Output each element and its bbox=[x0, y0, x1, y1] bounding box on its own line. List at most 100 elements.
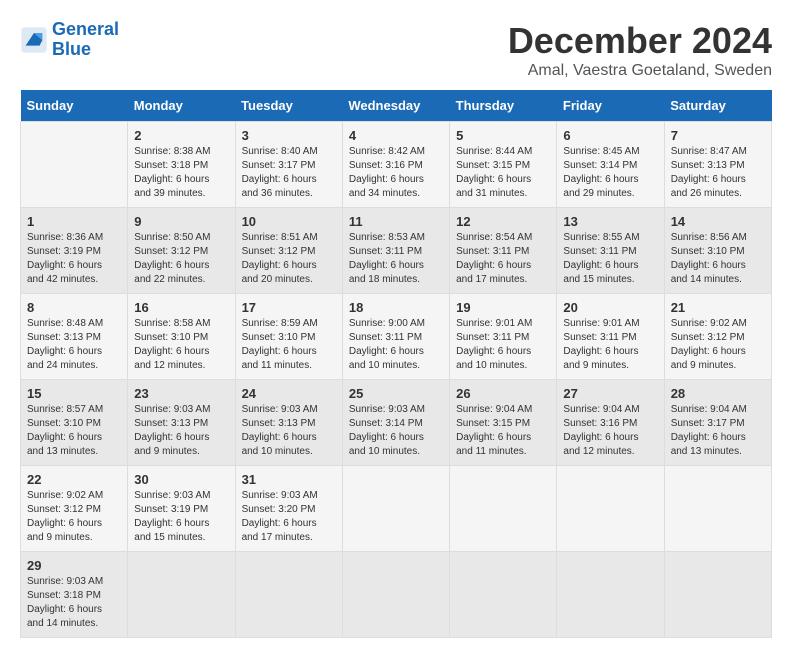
day-info: Sunrise: 8:55 AMSunset: 3:11 PMDaylight:… bbox=[563, 231, 657, 287]
calendar-table: SundayMondayTuesdayWednesdayThursdayFrid… bbox=[20, 90, 772, 638]
calendar-row-2: 8 Sunrise: 8:48 AMSunset: 3:13 PMDaylight… bbox=[21, 294, 772, 380]
day-info: Sunrise: 9:01 AMSunset: 3:11 PMDaylight:… bbox=[456, 317, 550, 373]
calendar-cell: 6 Sunrise: 8:45 AMSunset: 3:14 PMDaylight… bbox=[557, 122, 664, 208]
day-info: Sunrise: 8:44 AMSunset: 3:15 PMDaylight:… bbox=[456, 145, 550, 201]
day-number: 15 bbox=[27, 386, 121, 401]
day-number: 24 bbox=[242, 386, 336, 401]
calendar-cell bbox=[664, 466, 771, 552]
calendar-cell: 2 Sunrise: 8:38 AMSunset: 3:18 PMDaylight… bbox=[128, 122, 235, 208]
calendar-cell: 31Sunrise: 9:03 AMSunset: 3:20 PMDayligh… bbox=[235, 466, 342, 552]
day-number: 12 bbox=[456, 214, 550, 229]
calendar-row-1: 1 Sunrise: 8:36 AMSunset: 3:19 PMDaylight… bbox=[21, 208, 772, 294]
day-info: Sunrise: 9:03 AMSunset: 3:13 PMDaylight:… bbox=[134, 403, 228, 459]
day-number: 22 bbox=[27, 472, 121, 487]
calendar-cell: 21Sunrise: 9:02 AMSunset: 3:12 PMDayligh… bbox=[664, 294, 771, 380]
calendar-cell: 30Sunrise: 9:03 AMSunset: 3:19 PMDayligh… bbox=[128, 466, 235, 552]
logo: General Blue bbox=[20, 20, 119, 60]
calendar-cell: 9 Sunrise: 8:50 AMSunset: 3:12 PMDaylight… bbox=[128, 208, 235, 294]
subtitle: Amal, Vaestra Goetaland, Sweden bbox=[508, 62, 772, 80]
day-info: Sunrise: 9:04 AMSunset: 3:16 PMDaylight:… bbox=[563, 403, 657, 459]
logo-icon bbox=[20, 26, 48, 54]
calendar-cell: 3 Sunrise: 8:40 AMSunset: 3:17 PMDaylight… bbox=[235, 122, 342, 208]
day-number: 2 bbox=[134, 128, 228, 143]
day-info: Sunrise: 8:54 AMSunset: 3:11 PMDaylight:… bbox=[456, 231, 550, 287]
day-info: Sunrise: 8:58 AMSunset: 3:10 PMDaylight:… bbox=[134, 317, 228, 373]
calendar-cell: 14 Sunrise: 8:56 AMSunset: 3:10 PMDayligh… bbox=[664, 208, 771, 294]
day-number: 10 bbox=[242, 214, 336, 229]
day-info: Sunrise: 8:59 AMSunset: 3:10 PMDaylight:… bbox=[242, 317, 336, 373]
calendar-body: 2 Sunrise: 8:38 AMSunset: 3:18 PMDaylight… bbox=[21, 122, 772, 638]
calendar-cell bbox=[21, 122, 128, 208]
day-info: Sunrise: 9:02 AMSunset: 3:12 PMDaylight:… bbox=[27, 489, 121, 545]
calendar-cell: 19 Sunrise: 9:01 AMSunset: 3:11 PMDayligh… bbox=[450, 294, 557, 380]
page-header: General Blue December 2024 Amal, Vaestra… bbox=[20, 20, 772, 80]
day-info: Sunrise: 8:53 AMSunset: 3:11 PMDaylight:… bbox=[349, 231, 443, 287]
calendar-cell: 10Sunrise: 8:51 AMSunset: 3:12 PMDayligh… bbox=[235, 208, 342, 294]
day-number: 13 bbox=[563, 214, 657, 229]
day-info: Sunrise: 8:48 AMSunset: 3:13 PMDaylight:… bbox=[27, 317, 121, 373]
day-number: 9 bbox=[134, 214, 228, 229]
header-wednesday: Wednesday bbox=[342, 90, 449, 122]
day-number: 17 bbox=[242, 300, 336, 315]
day-info: Sunrise: 9:03 AMSunset: 3:20 PMDaylight:… bbox=[242, 489, 336, 545]
day-number: 23 bbox=[134, 386, 228, 401]
day-info: Sunrise: 8:45 AMSunset: 3:14 PMDaylight:… bbox=[563, 145, 657, 201]
day-info: Sunrise: 9:03 AMSunset: 3:13 PMDaylight:… bbox=[242, 403, 336, 459]
day-info: Sunrise: 8:36 AMSunset: 3:19 PMDaylight:… bbox=[27, 231, 121, 287]
day-info: Sunrise: 9:04 AMSunset: 3:15 PMDaylight:… bbox=[456, 403, 550, 459]
day-info: Sunrise: 9:03 AMSunset: 3:18 PMDaylight:… bbox=[27, 575, 121, 631]
calendar-cell bbox=[664, 552, 771, 638]
day-info: Sunrise: 8:38 AMSunset: 3:18 PMDaylight:… bbox=[134, 145, 228, 201]
logo-text: General Blue bbox=[52, 20, 119, 60]
day-info: Sunrise: 9:00 AMSunset: 3:11 PMDaylight:… bbox=[349, 317, 443, 373]
day-number: 25 bbox=[349, 386, 443, 401]
calendar-cell: 26Sunrise: 9:04 AMSunset: 3:15 PMDayligh… bbox=[450, 380, 557, 466]
calendar-cell: 8 Sunrise: 8:48 AMSunset: 3:13 PMDaylight… bbox=[21, 294, 128, 380]
header-thursday: Thursday bbox=[450, 90, 557, 122]
calendar-row-5: 29 Sunrise: 9:03 AMSunset: 3:18 PMDayligh… bbox=[21, 552, 772, 638]
day-number: 18 bbox=[349, 300, 443, 315]
day-info: Sunrise: 8:57 AMSunset: 3:10 PMDaylight:… bbox=[27, 403, 121, 459]
day-number: 16 bbox=[134, 300, 228, 315]
calendar-cell: 27 Sunrise: 9:04 AMSunset: 3:16 PMDayligh… bbox=[557, 380, 664, 466]
calendar-cell: 22 Sunrise: 9:02 AMSunset: 3:12 PMDayligh… bbox=[21, 466, 128, 552]
title-section: December 2024 Amal, Vaestra Goetaland, S… bbox=[508, 20, 772, 80]
day-info: Sunrise: 8:56 AMSunset: 3:10 PMDaylight:… bbox=[671, 231, 765, 287]
day-info: Sunrise: 8:40 AMSunset: 3:17 PMDaylight:… bbox=[242, 145, 336, 201]
calendar-cell: 24 Sunrise: 9:03 AMSunset: 3:13 PMDayligh… bbox=[235, 380, 342, 466]
calendar-cell: 15 Sunrise: 8:57 AMSunset: 3:10 PMDayligh… bbox=[21, 380, 128, 466]
day-number: 28 bbox=[671, 386, 765, 401]
day-number: 19 bbox=[456, 300, 550, 315]
calendar-cell: 29 Sunrise: 9:03 AMSunset: 3:18 PMDayligh… bbox=[21, 552, 128, 638]
day-number: 8 bbox=[27, 300, 121, 315]
calendar-cell: 1 Sunrise: 8:36 AMSunset: 3:19 PMDaylight… bbox=[21, 208, 128, 294]
calendar-cell: 28Sunrise: 9:04 AMSunset: 3:17 PMDayligh… bbox=[664, 380, 771, 466]
day-number: 7 bbox=[671, 128, 765, 143]
calendar-cell: 17 Sunrise: 8:59 AMSunset: 3:10 PMDayligh… bbox=[235, 294, 342, 380]
calendar-cell: 25Sunrise: 9:03 AMSunset: 3:14 PMDayligh… bbox=[342, 380, 449, 466]
main-title: December 2024 bbox=[508, 20, 772, 62]
calendar-cell: 5Sunrise: 8:44 AMSunset: 3:15 PMDaylight… bbox=[450, 122, 557, 208]
header-tuesday: Tuesday bbox=[235, 90, 342, 122]
day-number: 3 bbox=[242, 128, 336, 143]
day-number: 27 bbox=[563, 386, 657, 401]
day-info: Sunrise: 8:42 AMSunset: 3:16 PMDaylight:… bbox=[349, 145, 443, 201]
day-number: 1 bbox=[27, 214, 121, 229]
day-number: 6 bbox=[563, 128, 657, 143]
day-number: 21 bbox=[671, 300, 765, 315]
header-friday: Friday bbox=[557, 90, 664, 122]
calendar-cell: 16 Sunrise: 8:58 AMSunset: 3:10 PMDayligh… bbox=[128, 294, 235, 380]
day-info: Sunrise: 8:50 AMSunset: 3:12 PMDaylight:… bbox=[134, 231, 228, 287]
day-number: 30 bbox=[134, 472, 228, 487]
calendar-row-3: 15 Sunrise: 8:57 AMSunset: 3:10 PMDayligh… bbox=[21, 380, 772, 466]
day-info: Sunrise: 9:01 AMSunset: 3:11 PMDaylight:… bbox=[563, 317, 657, 373]
day-number: 29 bbox=[27, 558, 121, 573]
calendar-row-0: 2 Sunrise: 8:38 AMSunset: 3:18 PMDaylight… bbox=[21, 122, 772, 208]
header-sunday: Sunday bbox=[21, 90, 128, 122]
calendar-cell bbox=[342, 552, 449, 638]
calendar-cell: 4Sunrise: 8:42 AMSunset: 3:16 PMDaylight… bbox=[342, 122, 449, 208]
day-number: 14 bbox=[671, 214, 765, 229]
day-number: 11 bbox=[349, 214, 443, 229]
calendar-cell: 11 Sunrise: 8:53 AMSunset: 3:11 PMDayligh… bbox=[342, 208, 449, 294]
calendar-cell bbox=[450, 466, 557, 552]
